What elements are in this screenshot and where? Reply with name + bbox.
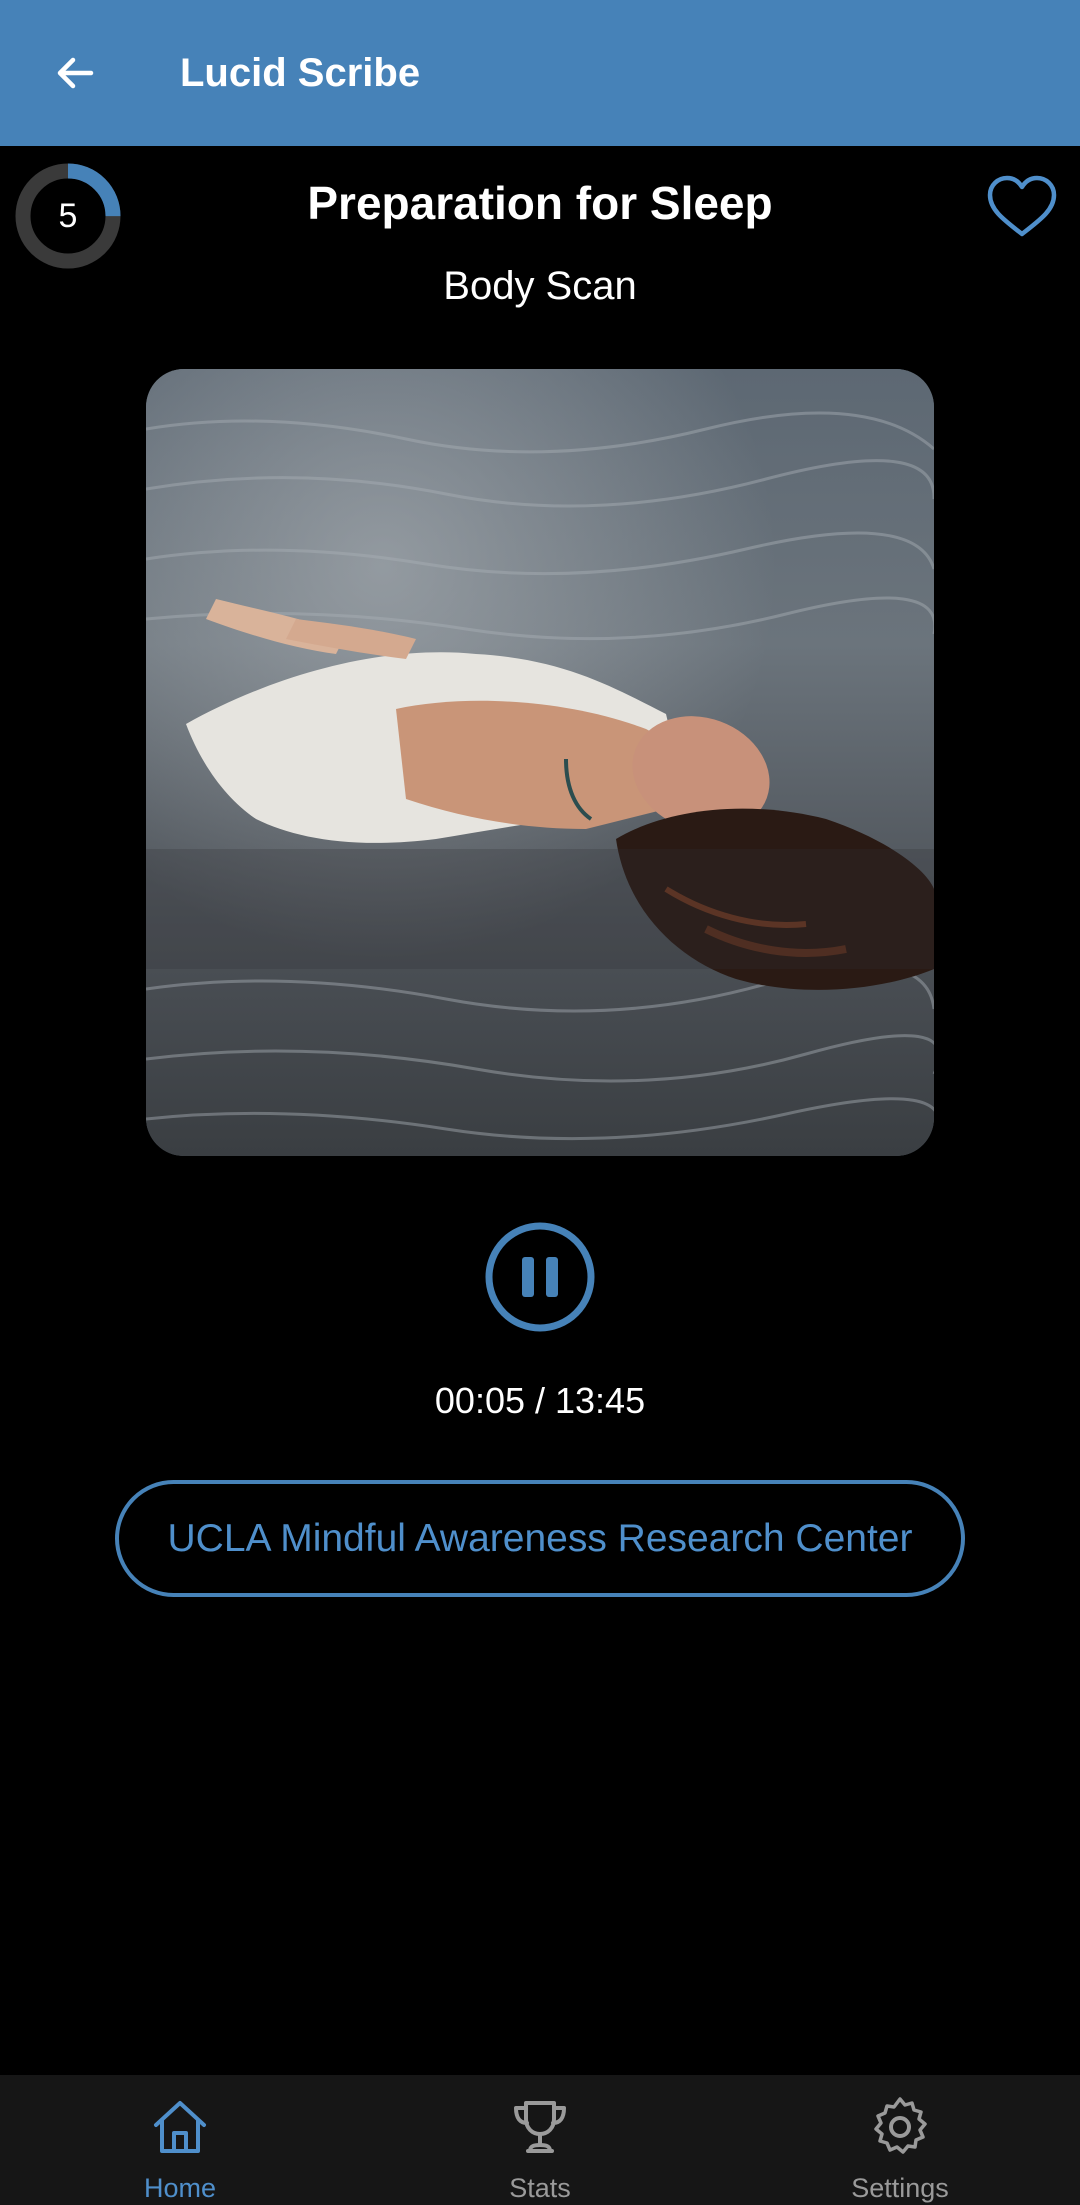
source-link-button[interactable]: UCLA Mindful Awareness Research Center	[115, 1480, 965, 1597]
playback-time: 00:05 / 13:45	[434, 1380, 646, 1421]
nav-item-home[interactable]: Home	[60, 2075, 300, 2205]
pause-icon	[485, 1222, 595, 1332]
back-button[interactable]	[40, 38, 110, 108]
favorite-button[interactable]	[984, 170, 1060, 246]
app-title: Lucid Scribe	[180, 51, 421, 95]
woman-floating-in-water-photo	[146, 369, 934, 1156]
arrow-left-icon	[57, 57, 94, 89]
player-screen: Lucid Scribe 5 Preparation for Sleep Bod…	[0, 0, 1080, 2205]
nav-label-stats: Stats	[509, 2173, 571, 2203]
session-subtitle: Body Scan	[443, 264, 637, 308]
home-icon	[154, 2101, 206, 2153]
source-label: UCLA Mindful Awareness Research Center	[167, 1516, 913, 1560]
pause-button[interactable]	[484, 1221, 596, 1333]
nav-label-home: Home	[143, 2173, 217, 2203]
bottom-navigation: Home Stats Settings	[0, 2075, 1080, 2205]
session-title: Preparation for Sleep	[307, 177, 773, 229]
top-app-bar: Lucid Scribe	[0, 0, 1080, 146]
session-artwork	[146, 369, 934, 1156]
trophy-icon	[514, 2101, 566, 2153]
nav-item-stats[interactable]: Stats	[420, 2075, 660, 2205]
nav-label-settings: Settings	[851, 2173, 949, 2203]
heart-outline-icon	[987, 175, 1057, 237]
gear-icon	[874, 2097, 927, 2154]
nav-item-settings[interactable]: Settings	[780, 2075, 1020, 2205]
